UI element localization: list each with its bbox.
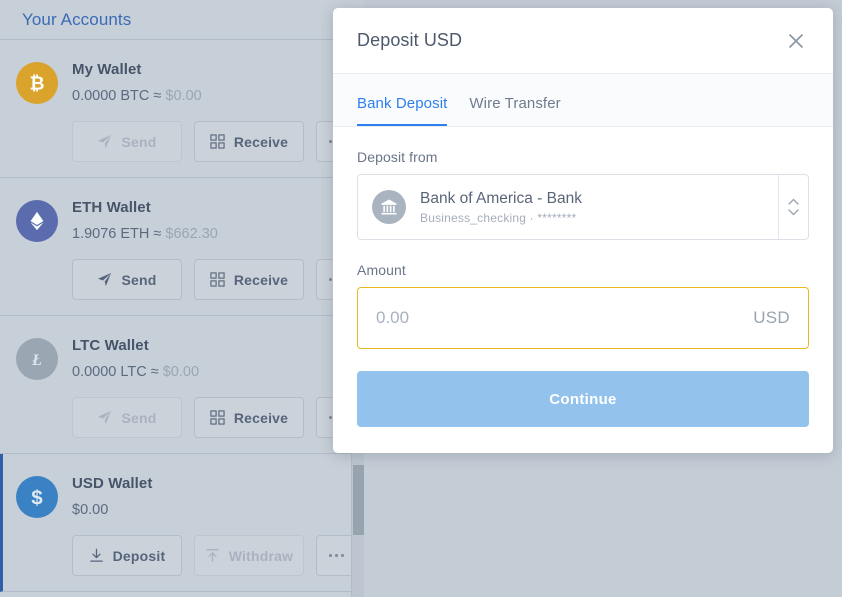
- amount-field-wrapper: USD: [357, 287, 809, 349]
- wallet-row-usd-wallet[interactable]: $ USD Wallet $0.00 Deposit Withdraw: [0, 454, 364, 592]
- wallet-action-bar: Send Receive: [16, 397, 364, 438]
- svg-text:Ł: Ł: [31, 352, 42, 369]
- approx-symbol: ≈: [150, 364, 159, 380]
- wallet-action-send[interactable]: Send: [72, 397, 182, 438]
- app-root: Your Accounts ₿ My Wallet 0.0000 BTC ≈ $0.…: [0, 0, 842, 597]
- wallet-balance-crypto: 0.0000 BTC: [72, 88, 150, 104]
- bank-account-info: Bank of America - Bank Business_checking…: [358, 175, 778, 239]
- amount-input[interactable]: [376, 308, 666, 328]
- wallet-action-label: Send: [121, 409, 157, 426]
- wallet-balance: 0.0000 LTC ≈ $0.00: [72, 363, 199, 382]
- send-icon: [97, 410, 112, 425]
- qr-code-icon: [210, 272, 225, 287]
- modal-title: Deposit USD: [357, 30, 463, 50]
- amount-currency-label: USD: [753, 308, 790, 327]
- wallet-action-send[interactable]: Send: [72, 121, 182, 162]
- wallet-list: ₿ My Wallet 0.0000 BTC ≈ $0.00 Send Receive E…: [0, 40, 364, 592]
- qr-code-icon: [210, 410, 225, 425]
- continue-button[interactable]: Continue: [357, 371, 809, 427]
- tab-wire-transfer[interactable]: Wire Transfer: [458, 95, 571, 126]
- page-title: Your Accounts: [22, 9, 132, 29]
- wallet-balance: $0.00: [72, 501, 152, 520]
- wallet-name: My Wallet: [72, 61, 142, 78]
- approx-symbol: ≈: [153, 226, 162, 242]
- accounts-panel: Your Accounts ₿ My Wallet 0.0000 BTC ≈ $0.…: [0, 0, 364, 597]
- wallet-balance-crypto: 0.0000 LTC: [72, 364, 147, 380]
- bank-building-icon: [372, 190, 406, 224]
- more-options-icon: [329, 554, 344, 557]
- wallet-balance-crypto: 1.9076 ETH: [72, 226, 150, 242]
- wallet-balance: 1.9076 ETH ≈ $662.30: [72, 225, 218, 244]
- wallet-balance-crypto: $0.00: [72, 502, 109, 518]
- wallet-action-receive[interactable]: Receive: [194, 397, 304, 438]
- wallet-action-label: Send: [121, 133, 157, 150]
- usd-dollar-icon: $: [16, 476, 58, 518]
- approx-symbol: ≈: [153, 88, 162, 104]
- wallet-action-send[interactable]: Send: [72, 259, 182, 300]
- wallet-action-label: Receive: [233, 409, 289, 426]
- wallet-balance-fiat: $0.00: [165, 88, 202, 104]
- bank-account-select[interactable]: Bank of America - Bank Business_checking…: [357, 174, 809, 240]
- wallet-balance-fiat: $662.30: [165, 226, 218, 242]
- litecoin-icon: Ł: [16, 338, 58, 380]
- close-icon[interactable]: [781, 26, 811, 56]
- wallet-action-withdraw[interactable]: Withdraw: [194, 535, 304, 576]
- wallet-name: USD Wallet: [72, 475, 153, 492]
- wallet-row-my-wallet[interactable]: ₿ My Wallet 0.0000 BTC ≈ $0.00 Send Receive: [0, 40, 364, 178]
- wallet-balance: 0.0000 BTC ≈ $0.00: [72, 87, 202, 106]
- modal-tab-strip: Bank Deposit Wire Transfer: [333, 74, 833, 127]
- wallet-action-label: Send: [121, 271, 157, 288]
- wallet-action-label: Deposit: [112, 547, 166, 564]
- wallet-balance-fiat: $0.00: [162, 364, 200, 380]
- wallet-action-receive[interactable]: Receive: [194, 259, 304, 300]
- wallet-row-eth-wallet[interactable]: ETH Wallet 1.9076 ETH ≈ $662.30 Send Receiv…: [0, 178, 364, 316]
- wallet-action-label: Receive: [233, 133, 289, 150]
- bitcoin-icon: ₿: [16, 62, 58, 104]
- wallet-action-receive[interactable]: Receive: [194, 121, 304, 162]
- send-icon: [97, 272, 112, 287]
- wallet-name: LTC Wallet: [72, 337, 149, 354]
- wallet-action-deposit[interactable]: Deposit: [72, 535, 182, 576]
- tab-bank-deposit[interactable]: Bank Deposit: [357, 95, 458, 126]
- accounts-panel-header: Your Accounts: [0, 0, 364, 40]
- wallet-action-label: Withdraw: [228, 547, 294, 564]
- modal-body: Deposit from Bank of America - Bank Busi…: [333, 127, 833, 453]
- bank-account-detail: Business_checking · ********: [420, 210, 577, 225]
- qr-code-icon: [210, 134, 225, 149]
- wallet-action-bar: Send Receive: [16, 121, 364, 162]
- send-icon: [97, 134, 112, 149]
- chevron-updown-icon[interactable]: [778, 175, 808, 239]
- download-arrow-icon: [89, 548, 104, 563]
- wallet-name: ETH Wallet: [72, 199, 151, 216]
- wallet-action-label: Receive: [233, 271, 289, 288]
- svg-text:₿: ₿: [29, 73, 44, 94]
- modal-header: Deposit USD: [333, 8, 833, 74]
- deposit-modal: Deposit USD Bank Deposit Wire Transfer De…: [333, 8, 833, 453]
- bank-name: Bank of America - Bank: [420, 189, 582, 207]
- ethereum-icon: [16, 200, 58, 242]
- deposit-from-label: Deposit from: [357, 149, 438, 165]
- svg-text:$: $: [31, 487, 43, 510]
- amount-label: Amount: [357, 262, 406, 278]
- wallet-row-ltc-wallet[interactable]: Ł LTC Wallet 0.0000 LTC ≈ $0.00 Send Receive: [0, 316, 364, 454]
- scrollbar-thumb[interactable]: [353, 465, 364, 535]
- wallet-action-bar: Send Receive: [16, 259, 364, 300]
- wallet-action-bar: Deposit Withdraw: [16, 535, 364, 576]
- upload-arrow-icon: [205, 548, 220, 563]
